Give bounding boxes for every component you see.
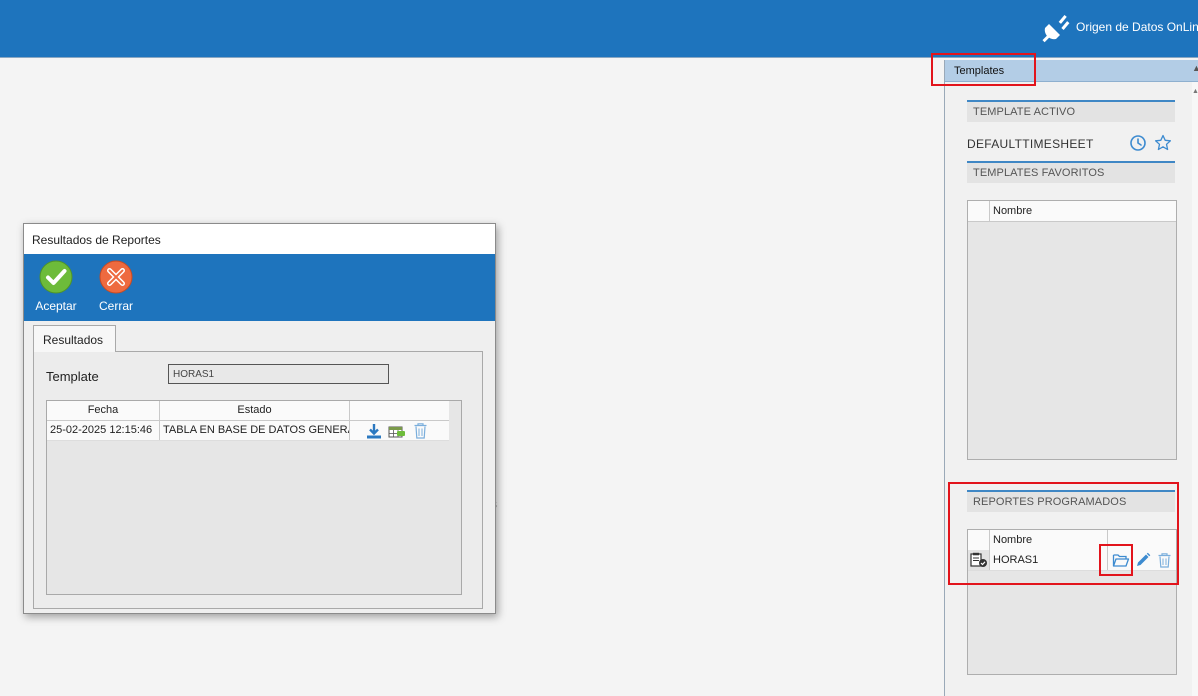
report-results-dialog: Resultados de Reportes Aceptar Cerrar Re… <box>23 223 496 614</box>
scheduled-column-name[interactable]: Nombre <box>993 534 1032 546</box>
download-icon[interactable] <box>366 423 382 439</box>
status-column-header[interactable]: Estado <box>160 401 350 420</box>
panel-scrollbar[interactable]: ▲ <box>1192 82 1198 696</box>
results-grid-header: Fecha Estado <box>47 401 449 421</box>
scroll-up-icon[interactable]: ▲ <box>1192 88 1198 95</box>
table-row[interactable]: HORAS1 <box>968 550 1176 571</box>
datasource-label[interactable]: Origen de Datos OnLine <box>1076 20 1198 34</box>
result-date: 25-02-2025 12:15:46 <box>50 421 160 440</box>
scheduled-reports-grid[interactable]: Nombre HORAS1 <box>967 529 1177 675</box>
accept-button[interactable]: Aceptar <box>31 260 81 316</box>
result-status: TABLA EN BASE DE DATOS GENERA... <box>160 421 350 440</box>
favorites-header: TEMPLATES FAVORITOS <box>967 161 1175 183</box>
close-icon <box>99 260 133 294</box>
template-field[interactable] <box>168 364 389 384</box>
delete-trash-icon[interactable] <box>413 422 428 439</box>
row-selector[interactable] <box>968 550 990 570</box>
active-template-header: TEMPLATE ACTIVO <box>967 100 1175 122</box>
templates-panel-title: Templates <box>954 65 1005 77</box>
dialog-title: Resultados de Reportes <box>32 233 161 247</box>
top-bar: Origen de Datos OnLine <box>0 0 1198 58</box>
scheduled-report-name: HORAS1 <box>993 554 1039 566</box>
active-template-title: TEMPLATE ACTIVO <box>973 106 1076 118</box>
dialog-toolbar: Aceptar Cerrar <box>24 254 495 321</box>
edit-pencil-icon[interactable] <box>1135 552 1151 568</box>
close-button[interactable]: Cerrar <box>91 260 141 316</box>
column-divider <box>349 421 350 440</box>
templates-panel-header[interactable]: Templates ▲ <box>945 60 1198 82</box>
favorites-grid-header: Nombre <box>968 201 1176 222</box>
pin-icon[interactable]: ▲ <box>1192 63 1198 73</box>
delete-trash-icon[interactable] <box>1157 552 1172 568</box>
scheduled-grid-header: Nombre <box>968 530 1176 551</box>
column-divider <box>1107 550 1108 570</box>
results-tab-panel: Template Fecha Estado 25-02-2025 12:15:4… <box>33 351 483 609</box>
scheduled-reports-title: REPORTES PROGRAMADOS <box>973 496 1127 508</box>
scheduled-reports-header: REPORTES PROGRAMADOS <box>967 490 1175 512</box>
active-template-name: DEFAULTTIMESHEET <box>967 137 1094 151</box>
dialog-title-bar[interactable]: Resultados de Reportes <box>24 224 495 254</box>
results-grid[interactable]: Fecha Estado 25-02-2025 12:15:46 TABLA E… <box>46 400 462 595</box>
report-scheduled-icon <box>970 552 987 567</box>
table-row[interactable]: 25-02-2025 12:15:46 TABLA EN BASE DE DAT… <box>47 421 449 441</box>
favorites-grid[interactable]: Nombre <box>967 200 1177 460</box>
row-selector-header <box>968 530 990 550</box>
actions-column-header <box>350 401 449 420</box>
database-table-icon[interactable] <box>388 423 406 439</box>
tab-resultados-label: Resultados <box>43 333 104 347</box>
check-icon <box>39 260 73 294</box>
date-column-header[interactable]: Fecha <box>47 401 160 420</box>
plug-icon[interactable] <box>1040 10 1074 44</box>
tab-resultados[interactable]: Resultados <box>33 325 116 352</box>
column-divider <box>1107 530 1108 550</box>
row-selector-header <box>968 201 990 221</box>
favorites-column-name[interactable]: Nombre <box>993 205 1032 217</box>
template-label: Template <box>46 369 99 384</box>
templates-panel: Templates ▲ ▲ TEMPLATE ACTIVO DEFAULTTIM… <box>944 60 1198 696</box>
open-folder-icon[interactable] <box>1112 552 1130 568</box>
favorite-star-icon[interactable] <box>1154 134 1172 152</box>
favorites-title: TEMPLATES FAVORITOS <box>973 167 1105 179</box>
accept-label: Aceptar <box>35 299 77 313</box>
schedule-clock-icon[interactable] <box>1129 134 1147 152</box>
close-label: Cerrar <box>98 299 133 313</box>
